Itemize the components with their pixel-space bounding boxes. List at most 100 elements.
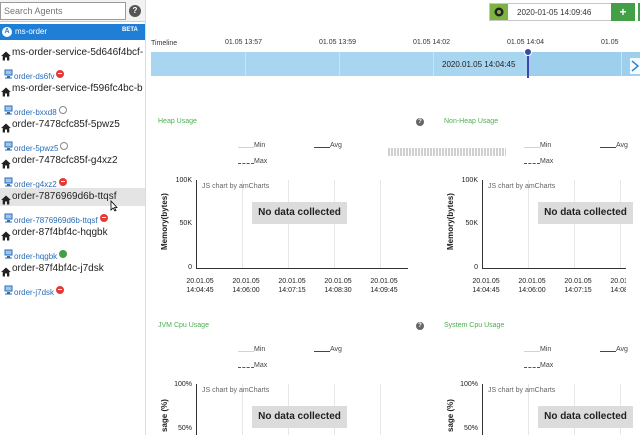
timeline-marker-handle[interactable] (524, 48, 532, 56)
y-tick: 50K (179, 220, 192, 227)
agent-host-item[interactable]: order-7876969d6b-ttqsf (0, 188, 145, 206)
chart-watermark[interactable]: JS chart by amCharts (202, 183, 269, 190)
agent-host-item[interactable]: order-7478cfc85f-g4xz2 (0, 152, 145, 170)
legend-max[interactable]: Max (540, 362, 553, 369)
help-icon[interactable]: ? (416, 322, 424, 330)
server-instance-icon (4, 102, 13, 115)
mouse-cursor-icon (110, 200, 118, 212)
system-cpu-usage-panel: System Cpu Usage Min Avg Max sage (%) 10… (444, 322, 640, 435)
legend-avg[interactable]: Avg (330, 142, 342, 149)
agent-instance-item[interactable]: order-j7dsk (0, 278, 145, 297)
y-tick: 100% (174, 381, 192, 388)
agent-label: ms-order-service-f596fc4bc-b (12, 83, 143, 94)
house-icon (1, 48, 11, 61)
house-icon (1, 228, 11, 241)
help-icon[interactable]: ? (416, 118, 424, 126)
agent-label: order-j7dsk (14, 288, 55, 297)
legend-min-line-icon (524, 351, 540, 352)
status-red-icon (56, 69, 65, 78)
legend-avg[interactable]: Avg (330, 346, 342, 353)
top-bar: 2020-01-05 14:09:46 + (146, 0, 640, 24)
add-button[interactable]: + (611, 3, 635, 21)
legend-avg[interactable]: Avg (616, 142, 628, 149)
chart-watermark[interactable]: JS chart by amCharts (488, 387, 555, 394)
y-axis (482, 384, 483, 435)
no-data-message: No data collected (252, 406, 347, 428)
jvm-cpu-usage-panel: JVM Cpu Usage ? Min Avg Max sage (%) 100… (158, 322, 428, 435)
legend-max-line-icon (238, 367, 254, 368)
application-selector[interactable]: A ms-order BETA (0, 24, 145, 40)
legend-min[interactable]: Min (254, 142, 265, 149)
x-axis (482, 268, 640, 269)
timeline-gridline (621, 52, 622, 76)
agent-instance-item[interactable]: order-g4xz2 (0, 170, 145, 189)
server-instance-icon (4, 174, 13, 187)
legend-avg[interactable]: Avg (616, 346, 628, 353)
timeline-tick: 01.05 13:59 (319, 39, 356, 46)
agent-instance-item[interactable]: order-bxxd8 (0, 98, 145, 117)
agent-label: ms-order-service-5d646f4bcf- (12, 47, 144, 58)
legend-max-line-icon (238, 163, 254, 164)
agent-instance-item[interactable]: order-7876969d6b-ttqsf (0, 206, 145, 225)
agent-instance-item[interactable]: order-ds6fv (0, 62, 145, 81)
y-tick: 100% (460, 381, 478, 388)
legend-avg-line-icon (314, 147, 330, 148)
legend-min[interactable]: Min (254, 346, 265, 353)
date-picker[interactable]: 2020-01-05 14:09:46 (489, 3, 619, 21)
chart-watermark[interactable]: JS chart by amCharts (202, 387, 269, 394)
x-tick: 20.01.05 14:06:00 (232, 278, 260, 294)
agent-list: ms-order-service-5d646f4bcf-order-ds6fv m… (0, 44, 145, 297)
timeline-tick: 01.05 14:04 (507, 39, 544, 46)
timeline-tick: 01.05 13:57 (225, 39, 262, 46)
y-tick: 50K (465, 220, 478, 227)
beta-badge: BETA (122, 27, 138, 33)
legend-min[interactable]: Min (540, 346, 551, 353)
status-red-icon (99, 213, 108, 222)
status-red-icon (58, 177, 67, 186)
x-tick: 20.01.05 14:04:45 (186, 278, 214, 294)
timeline-gridline (433, 52, 434, 76)
y-tick: 0 (188, 264, 192, 271)
status-green-icon (59, 249, 68, 258)
legend-min[interactable]: Min (540, 142, 551, 149)
y-axis (196, 180, 197, 269)
house-icon (1, 120, 11, 133)
help-icon[interactable]: ? (129, 5, 141, 17)
gridline (334, 180, 335, 268)
gridline (242, 180, 243, 268)
gridline (380, 180, 381, 268)
agent-instance-item[interactable]: order-hqgbk (0, 242, 145, 261)
date-value: 2020-01-05 14:09:46 (517, 8, 592, 17)
x-axis (196, 268, 408, 269)
timeline-tick: 01.05 (601, 39, 619, 46)
search-agents-input[interactable] (0, 2, 126, 20)
agent-instance-item[interactable]: order-5pwz5 (0, 134, 145, 153)
legend-max[interactable]: Max (540, 158, 553, 165)
y-axis (196, 384, 197, 435)
app-root: ? A ms-order BETA ms-order-service-5d646… (0, 0, 640, 435)
timeline-label: Timeline (151, 40, 178, 47)
legend-max-line-icon (524, 163, 540, 164)
legend-max[interactable]: Max (254, 158, 267, 165)
agent-host-item[interactable]: ms-order-service-f596fc4bc-b (0, 80, 145, 98)
agent-host-item[interactable]: ms-order-service-5d646f4bcf- (0, 44, 145, 62)
gridline (288, 180, 289, 268)
y-tick: 50% (463, 425, 478, 432)
house-icon (1, 84, 11, 97)
x-tick: 20.01.05 14:09:45 (370, 278, 398, 294)
agent-host-item[interactable]: order-87f4bf4c-j7dsk (0, 260, 145, 278)
server-instance-icon (4, 246, 13, 259)
application-name: ms-order (15, 27, 48, 36)
agent-host-item[interactable]: order-87f4bf4c-hqgbk (0, 224, 145, 242)
timeline[interactable]: Timeline 01.05 13:57 01.05 13:59 01.05 1… (151, 36, 640, 78)
legend-max[interactable]: Max (254, 362, 267, 369)
scrollbar[interactable] (626, 240, 640, 300)
chart-watermark[interactable]: JS chart by amCharts (488, 183, 555, 190)
y-tick: 0 (474, 264, 478, 271)
panel-title: Heap Usage (158, 118, 197, 125)
status-red-icon (56, 285, 65, 294)
house-icon (1, 192, 11, 205)
application-badge-icon: A (2, 27, 12, 37)
agent-host-item[interactable]: order-7478cfc85f-5pwz5 (0, 116, 145, 134)
timeline-next-icon[interactable] (630, 58, 640, 74)
